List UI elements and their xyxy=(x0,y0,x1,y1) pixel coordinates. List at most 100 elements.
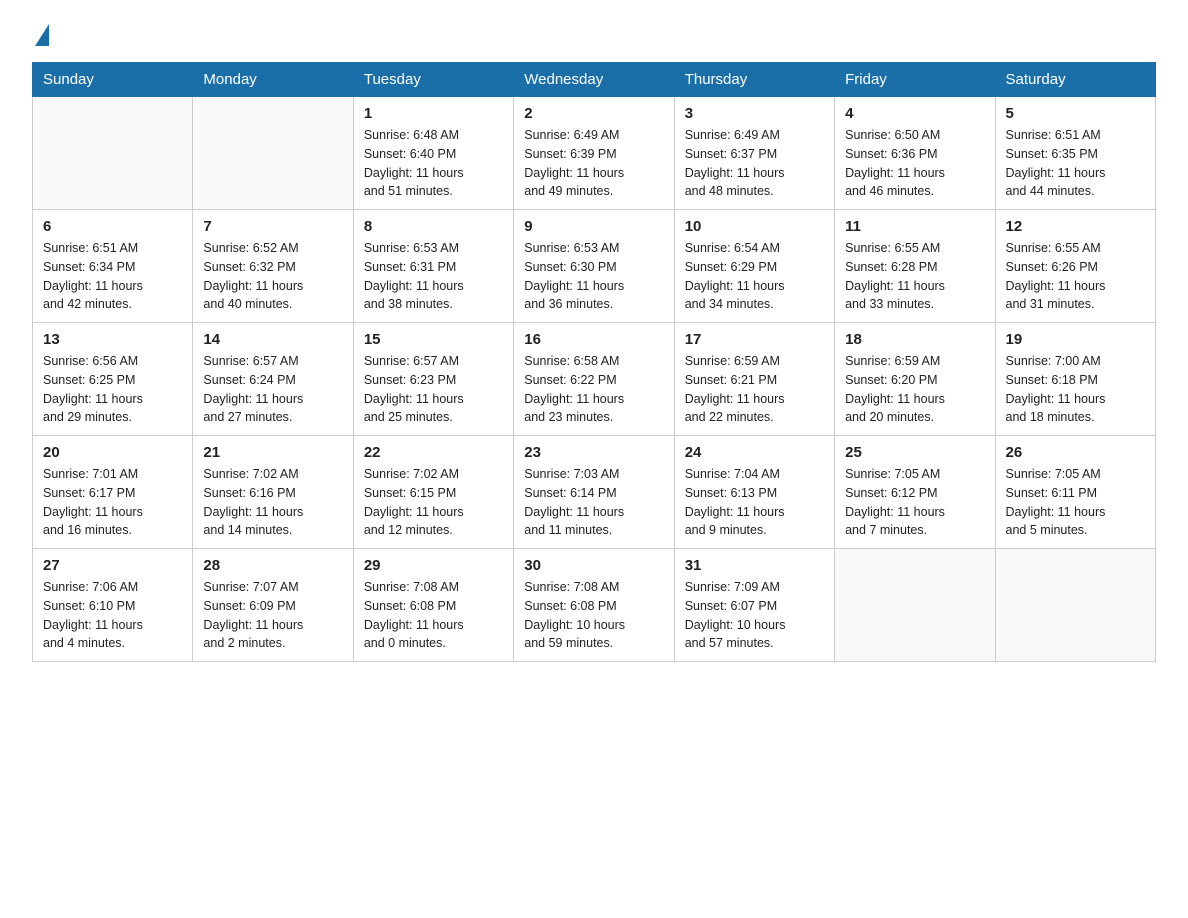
calendar-week-row: 27 Sunrise: 7:06 AM Sunset: 6:10 PM Dayli… xyxy=(33,549,1156,662)
day-info: Sunrise: 6:56 AM Sunset: 6:25 PM Dayligh… xyxy=(43,352,182,427)
calendar-cell: 18 Sunrise: 6:59 AM Sunset: 6:20 PM Dayli… xyxy=(835,323,995,436)
calendar-cell: 19 Sunrise: 7:00 AM Sunset: 6:18 PM Dayli… xyxy=(995,323,1155,436)
day-info: Sunrise: 6:53 AM Sunset: 6:30 PM Dayligh… xyxy=(524,239,663,314)
calendar-cell: 22Sunrise: 7:02 AM Sunset: 6:15 PM Dayli… xyxy=(353,436,513,549)
day-info: Sunrise: 6:48 AM Sunset: 6:40 PM Dayligh… xyxy=(364,126,503,201)
day-info: Sunrise: 7:01 AM Sunset: 6:17 PM Dayligh… xyxy=(43,465,182,540)
day-info: Sunrise: 7:03 AM Sunset: 6:14 PM Dayligh… xyxy=(524,465,663,540)
day-number: 17 xyxy=(685,331,824,348)
day-info: Sunrise: 6:51 AM Sunset: 6:34 PM Dayligh… xyxy=(43,239,182,314)
day-number: 20 xyxy=(43,444,182,461)
day-info: Sunrise: 6:55 AM Sunset: 6:28 PM Dayligh… xyxy=(845,239,984,314)
calendar-cell: 26 Sunrise: 7:05 AM Sunset: 6:11 PM Dayli… xyxy=(995,436,1155,549)
calendar-cell xyxy=(33,97,193,210)
day-info: Sunrise: 7:08 AM Sunset: 6:08 PM Dayligh… xyxy=(524,578,663,653)
day-number: 18 xyxy=(845,331,984,348)
day-info: Sunrise: 6:55 AM Sunset: 6:26 PM Dayligh… xyxy=(1006,239,1145,314)
day-number: 4 xyxy=(845,105,984,122)
day-number: 8 xyxy=(364,218,503,235)
logo xyxy=(32,24,49,46)
day-info: Sunrise: 6:52 AM Sunset: 6:32 PM Dayligh… xyxy=(203,239,342,314)
calendar-header-row: SundayMondayTuesdayWednesdayThursdayFrid… xyxy=(33,63,1156,97)
calendar-cell: 12Sunrise: 6:55 AM Sunset: 6:26 PM Dayli… xyxy=(995,210,1155,323)
calendar-cell: 24 Sunrise: 7:04 AM Sunset: 6:13 PM Dayli… xyxy=(674,436,834,549)
day-info: Sunrise: 7:08 AM Sunset: 6:08 PM Dayligh… xyxy=(364,578,503,653)
calendar-cell: 7 Sunrise: 6:52 AM Sunset: 6:32 PM Daylig… xyxy=(193,210,353,323)
calendar-cell: 23 Sunrise: 7:03 AM Sunset: 6:14 PM Dayli… xyxy=(514,436,674,549)
calendar-header-monday: Monday xyxy=(193,63,353,97)
day-number: 14 xyxy=(203,331,342,348)
calendar-week-row: 13 Sunrise: 6:56 AM Sunset: 6:25 PM Dayli… xyxy=(33,323,1156,436)
calendar-cell: 4Sunrise: 6:50 AM Sunset: 6:36 PM Daylig… xyxy=(835,97,995,210)
day-number: 29 xyxy=(364,557,503,574)
day-number: 11 xyxy=(845,218,984,235)
day-number: 25 xyxy=(845,444,984,461)
day-number: 16 xyxy=(524,331,663,348)
calendar-cell: 30Sunrise: 7:08 AM Sunset: 6:08 PM Dayli… xyxy=(514,549,674,662)
calendar-cell: 8 Sunrise: 6:53 AM Sunset: 6:31 PM Daylig… xyxy=(353,210,513,323)
day-number: 1 xyxy=(364,105,503,122)
day-info: Sunrise: 6:53 AM Sunset: 6:31 PM Dayligh… xyxy=(364,239,503,314)
day-info: Sunrise: 7:09 AM Sunset: 6:07 PM Dayligh… xyxy=(685,578,824,653)
calendar-cell: 14 Sunrise: 6:57 AM Sunset: 6:24 PM Dayli… xyxy=(193,323,353,436)
day-info: Sunrise: 7:05 AM Sunset: 6:11 PM Dayligh… xyxy=(1006,465,1145,540)
calendar-cell xyxy=(193,97,353,210)
calendar-cell xyxy=(835,549,995,662)
day-number: 5 xyxy=(1006,105,1145,122)
day-number: 19 xyxy=(1006,331,1145,348)
calendar-cell: 13 Sunrise: 6:56 AM Sunset: 6:25 PM Dayli… xyxy=(33,323,193,436)
day-info: Sunrise: 6:57 AM Sunset: 6:23 PM Dayligh… xyxy=(364,352,503,427)
calendar-header-saturday: Saturday xyxy=(995,63,1155,97)
calendar-cell: 17 Sunrise: 6:59 AM Sunset: 6:21 PM Dayli… xyxy=(674,323,834,436)
day-number: 27 xyxy=(43,557,182,574)
day-info: Sunrise: 7:07 AM Sunset: 6:09 PM Dayligh… xyxy=(203,578,342,653)
day-number: 28 xyxy=(203,557,342,574)
day-info: Sunrise: 7:05 AM Sunset: 6:12 PM Dayligh… xyxy=(845,465,984,540)
day-number: 22 xyxy=(364,444,503,461)
day-info: Sunrise: 6:57 AM Sunset: 6:24 PM Dayligh… xyxy=(203,352,342,427)
calendar-cell: 25 Sunrise: 7:05 AM Sunset: 6:12 PM Dayli… xyxy=(835,436,995,549)
day-number: 26 xyxy=(1006,444,1145,461)
calendar-cell: 29 Sunrise: 7:08 AM Sunset: 6:08 PM Dayli… xyxy=(353,549,513,662)
calendar-week-row: 1 Sunrise: 6:48 AM Sunset: 6:40 PM Daylig… xyxy=(33,97,1156,210)
day-number: 24 xyxy=(685,444,824,461)
calendar-cell: 3 Sunrise: 6:49 AM Sunset: 6:37 PM Daylig… xyxy=(674,97,834,210)
day-info: Sunrise: 7:04 AM Sunset: 6:13 PM Dayligh… xyxy=(685,465,824,540)
day-number: 23 xyxy=(524,444,663,461)
day-info: Sunrise: 6:58 AM Sunset: 6:22 PM Dayligh… xyxy=(524,352,663,427)
calendar-cell: 27 Sunrise: 7:06 AM Sunset: 6:10 PM Dayli… xyxy=(33,549,193,662)
day-info: Sunrise: 6:54 AM Sunset: 6:29 PM Dayligh… xyxy=(685,239,824,314)
day-number: 13 xyxy=(43,331,182,348)
calendar-cell: 15 Sunrise: 6:57 AM Sunset: 6:23 PM Dayli… xyxy=(353,323,513,436)
calendar-cell: 20 Sunrise: 7:01 AM Sunset: 6:17 PM Dayli… xyxy=(33,436,193,549)
calendar-cell: 11 Sunrise: 6:55 AM Sunset: 6:28 PM Dayli… xyxy=(835,210,995,323)
calendar-cell: 16 Sunrise: 6:58 AM Sunset: 6:22 PM Dayli… xyxy=(514,323,674,436)
calendar-header-wednesday: Wednesday xyxy=(514,63,674,97)
day-info: Sunrise: 6:59 AM Sunset: 6:21 PM Dayligh… xyxy=(685,352,824,427)
day-info: Sunrise: 7:00 AM Sunset: 6:18 PM Dayligh… xyxy=(1006,352,1145,427)
day-info: Sunrise: 6:59 AM Sunset: 6:20 PM Dayligh… xyxy=(845,352,984,427)
day-number: 7 xyxy=(203,218,342,235)
day-number: 15 xyxy=(364,331,503,348)
page-header xyxy=(32,24,1156,46)
day-number: 6 xyxy=(43,218,182,235)
day-number: 2 xyxy=(524,105,663,122)
calendar-cell: 2 Sunrise: 6:49 AM Sunset: 6:39 PM Daylig… xyxy=(514,97,674,210)
day-info: Sunrise: 6:51 AM Sunset: 6:35 PM Dayligh… xyxy=(1006,126,1145,201)
calendar-header-tuesday: Tuesday xyxy=(353,63,513,97)
calendar-cell xyxy=(995,549,1155,662)
calendar-cell: 21Sunrise: 7:02 AM Sunset: 6:16 PM Dayli… xyxy=(193,436,353,549)
calendar-cell: 28 Sunrise: 7:07 AM Sunset: 6:09 PM Dayli… xyxy=(193,549,353,662)
day-number: 31 xyxy=(685,557,824,574)
day-number: 3 xyxy=(685,105,824,122)
day-info: Sunrise: 6:49 AM Sunset: 6:37 PM Dayligh… xyxy=(685,126,824,201)
calendar-cell: 6 Sunrise: 6:51 AM Sunset: 6:34 PM Daylig… xyxy=(33,210,193,323)
calendar-table: SundayMondayTuesdayWednesdayThursdayFrid… xyxy=(32,62,1156,662)
day-info: Sunrise: 7:02 AM Sunset: 6:16 PM Dayligh… xyxy=(203,465,342,540)
day-info: Sunrise: 6:49 AM Sunset: 6:39 PM Dayligh… xyxy=(524,126,663,201)
calendar-header-sunday: Sunday xyxy=(33,63,193,97)
day-info: Sunrise: 7:06 AM Sunset: 6:10 PM Dayligh… xyxy=(43,578,182,653)
calendar-header-friday: Friday xyxy=(835,63,995,97)
calendar-cell: 31 Sunrise: 7:09 AM Sunset: 6:07 PM Dayli… xyxy=(674,549,834,662)
calendar-cell: 1 Sunrise: 6:48 AM Sunset: 6:40 PM Daylig… xyxy=(353,97,513,210)
